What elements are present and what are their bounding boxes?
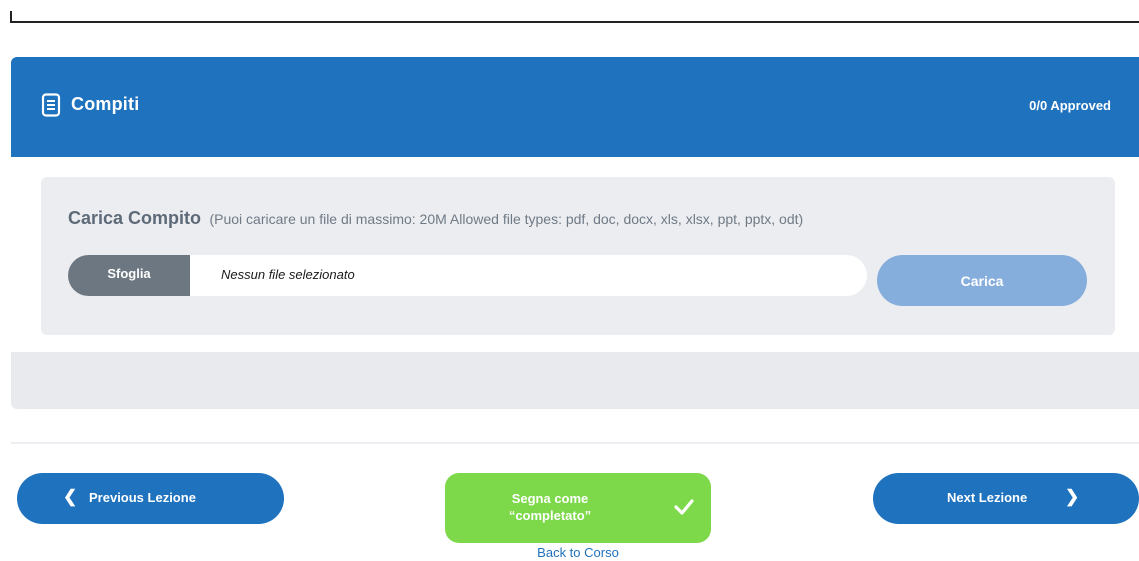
upload-title-row: Carica Compito (Puoi caricare un file di… bbox=[68, 208, 803, 229]
next-lesson-label: Next Lezione bbox=[947, 490, 1028, 505]
upload-note: (Puoi caricare un file di massimo: 20M A… bbox=[209, 211, 804, 227]
upload-button[interactable]: Carica bbox=[877, 255, 1087, 306]
next-lesson-button[interactable]: Next Lezione ❯ bbox=[873, 473, 1139, 524]
assignments-body: Carica Compito (Puoi caricare un file di… bbox=[11, 157, 1139, 352]
previous-lesson-button[interactable]: ❮ Previous Lezione bbox=[17, 473, 284, 524]
assignments-header: Compiti 0/0 Approved bbox=[11, 57, 1139, 157]
back-to-course-link[interactable]: Back to Corso bbox=[445, 545, 711, 560]
assignments-panel: Compiti 0/0 Approved Carica Compito (Puo… bbox=[11, 57, 1139, 409]
mark-complete-button[interactable]: Segna come “completato” bbox=[445, 473, 711, 543]
previous-lesson-label: Previous Lezione bbox=[89, 490, 196, 505]
approval-status: 0/0 Approved bbox=[1029, 98, 1111, 113]
top-border-line bbox=[10, 21, 1139, 23]
upload-title: Carica Compito bbox=[68, 208, 202, 228]
chevron-right-icon: ❯ bbox=[1065, 487, 1080, 506]
section-divider bbox=[11, 442, 1139, 444]
chevron-left-icon: ❮ bbox=[63, 487, 78, 506]
selected-file-name: Nessun file selezionato bbox=[221, 267, 355, 282]
document-icon bbox=[41, 93, 61, 117]
checkmark-icon bbox=[674, 499, 694, 515]
file-input[interactable]: Sfoglia Nessun file selezionato bbox=[68, 255, 867, 296]
upload-box: Carica Compito (Puoi caricare un file di… bbox=[41, 177, 1115, 335]
mark-complete-line2: “completato” bbox=[508, 508, 592, 523]
mark-complete-line1: Segna come bbox=[511, 491, 589, 506]
mark-complete-label: Segna come “completato” bbox=[445, 490, 655, 524]
assignments-title: Compiti bbox=[71, 94, 140, 114]
browse-button[interactable]: Sfoglia bbox=[68, 255, 190, 296]
